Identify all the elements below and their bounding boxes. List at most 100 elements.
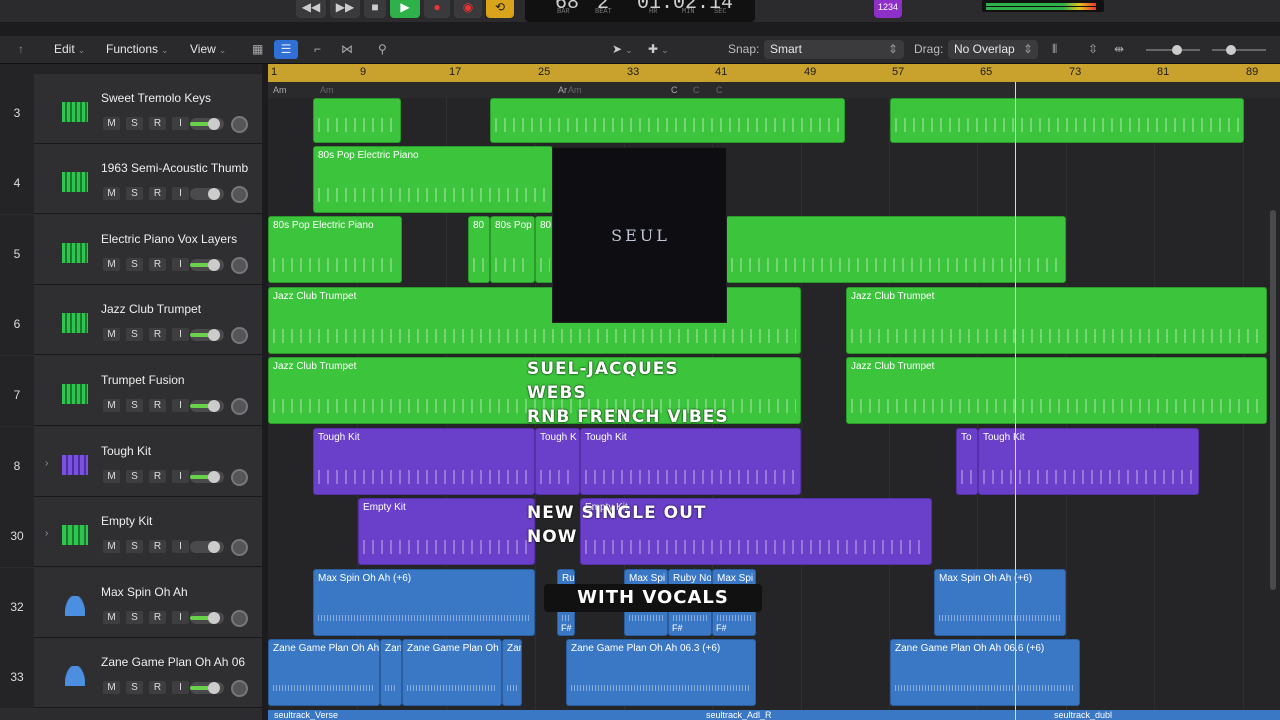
track-name[interactable]: Empty Kit [101,514,152,528]
record-enable-button[interactable]: R [149,611,166,624]
drummer-region[interactable]: Tough Kit [580,428,801,495]
midi-region[interactable]: 80 [468,216,490,283]
input-monitor-button[interactable]: I [172,399,189,412]
track-header[interactable]: 32 Max Spin Oh Ah MSRI [0,568,262,638]
pan-knob[interactable] [231,610,248,627]
edit-menu[interactable]: Edit ⌄ [54,42,85,56]
record-enable-button[interactable]: R [149,681,166,694]
drummer-region[interactable]: To [956,428,978,495]
input-monitor-button[interactable]: I [172,258,189,271]
input-monitor-button[interactable]: I [172,540,189,553]
track-header[interactable]: 8 › Tough Kit MSRI [0,427,262,497]
drummer-region[interactable]: Tough K [535,428,580,495]
input-monitor-button[interactable]: I [172,117,189,130]
solo-button[interactable]: S [126,611,143,624]
pan-knob[interactable] [231,257,248,274]
track-header[interactable]: 30 › Empty Kit MSRI [0,497,262,567]
functions-menu[interactable]: Functions ⌄ [106,42,169,56]
volume-slider[interactable] [190,612,224,624]
pencil-tool-icon[interactable]: ✚ ⌄ [648,42,669,56]
waveform-zoom-icon[interactable]: ⦀ [1052,42,1057,57]
volume-slider[interactable] [190,400,224,412]
midi-region[interactable] [490,98,845,143]
pan-knob[interactable] [231,398,248,415]
mute-button[interactable]: M [103,187,120,200]
track-header[interactable]: 5 Electric Piano Vox Layers MSRI [0,215,262,285]
volume-slider[interactable] [190,329,224,341]
playhead[interactable] [1015,82,1016,720]
disclosure-triangle-icon[interactable]: › [45,528,48,539]
region-label[interactable]: seultrack_dubl [1054,710,1112,720]
track-header[interactable]: 6 Jazz Club Trumpet MSRI [0,285,262,355]
mute-button[interactable]: M [103,258,120,271]
replace-button[interactable]: ◉ [454,0,482,18]
count-in-badge[interactable]: 1234 [874,0,902,18]
region-label[interactable]: seultrack_Adl_R [706,710,772,720]
midi-region[interactable]: Jazz Club Trumpet [846,287,1267,354]
audio-region[interactable]: Zane Game Plan Oh Ah 06.6 (+6) [890,639,1080,706]
record-enable-button[interactable]: R [149,540,166,553]
solo-button[interactable]: S [126,399,143,412]
midi-region[interactable] [890,98,1244,143]
audio-region[interactable]: Zane Game Plan Oh [402,639,502,706]
audio-region[interactable]: Zan [380,639,402,706]
back-icon[interactable]: ↑ [18,42,24,56]
track-name[interactable]: Trumpet Fusion [101,373,185,387]
record-button[interactable]: ● [424,0,450,18]
input-monitor-button[interactable]: I [172,328,189,341]
flex-icon[interactable]: ⋈ [341,42,353,56]
mute-button[interactable]: M [103,117,120,130]
horizontal-fit-icon[interactable]: ⇹ [1114,42,1124,56]
grid-view-icon[interactable]: ▦ [252,42,263,56]
input-monitor-button[interactable]: I [172,187,189,200]
list-view-icon[interactable]: ☰ [274,40,298,59]
drag-select[interactable]: No Overlap ⇕ [948,40,1038,59]
solo-button[interactable]: S [126,681,143,694]
pan-knob[interactable] [231,539,248,556]
audio-region[interactable]: Zane Game Plan Oh Ah [268,639,380,706]
vertical-zoom-slider[interactable] [1146,45,1200,55]
volume-slider[interactable] [190,188,224,200]
pointer-tool-icon[interactable]: ➤ ⌄ [612,42,633,56]
automation-icon[interactable]: ⌐ [314,42,321,56]
track-header[interactable]: 33 Zane Game Plan Oh Ah 06 MSRI [0,638,262,708]
pan-knob[interactable] [231,327,248,344]
midi-region[interactable] [313,98,401,143]
drummer-region[interactable]: Empty Kit [358,498,535,565]
record-enable-button[interactable]: R [149,399,166,412]
track-name[interactable]: Jazz Club Trumpet [101,302,201,316]
midi-region[interactable]: 80s Pop Electric Piano [268,216,402,283]
mute-button[interactable]: M [103,681,120,694]
solo-button[interactable]: S [126,187,143,200]
view-menu[interactable]: View ⌄ [190,42,226,56]
midi-region[interactable]: 80s Pop Electric Piano [313,146,553,213]
midi-region[interactable]: 80s Pop [490,216,535,283]
drummer-region[interactable]: Tough Kit [978,428,1199,495]
region-label[interactable]: seultrack_Verse [274,710,338,720]
volume-slider[interactable] [190,471,224,483]
record-enable-button[interactable]: R [149,470,166,483]
audio-region[interactable]: Max Spin Oh Ah (+6) [313,569,535,636]
track-header[interactable]: 3 Sweet Tremolo Keys MSRI [0,74,262,144]
pan-knob[interactable] [231,469,248,486]
input-monitor-button[interactable]: I [172,611,189,624]
stop-button[interactable]: ■ [364,0,386,18]
bar-ruler[interactable]: 1 9 17 25 33 41 49 57 65 73 81 89 [268,64,1280,82]
arrange-area[interactable]: 80s Pop Electric Piano 80s Pop Electric … [268,98,1280,720]
horizontal-zoom-slider[interactable] [1212,45,1266,55]
midi-region[interactable]: Jazz Club Trumpet [846,357,1267,424]
rewind-button[interactable]: ◀◀ [296,0,326,18]
audio-region[interactable]: Max Spin Oh Ah (+6) [934,569,1066,636]
track-name[interactable]: Sweet Tremolo Keys [101,91,211,105]
solo-button[interactable]: S [126,258,143,271]
track-name[interactable]: Max Spin Oh Ah [101,585,188,599]
volume-slider[interactable] [190,682,224,694]
track-name[interactable]: Zane Game Plan Oh Ah 06 [101,655,245,669]
track-name[interactable]: 1963 Semi-Acoustic Thumb [101,161,248,175]
track-header[interactable]: 7 Trumpet Fusion MSRI [0,356,262,426]
lcd-display[interactable]: 68 2 BAR BEAT 01:02:14 HR MIN SEC [525,0,755,22]
vertical-zoom-icon[interactable]: ⇳ [1088,42,1098,56]
pan-knob[interactable] [231,186,248,203]
solo-button[interactable]: S [126,470,143,483]
record-enable-button[interactable]: R [149,187,166,200]
